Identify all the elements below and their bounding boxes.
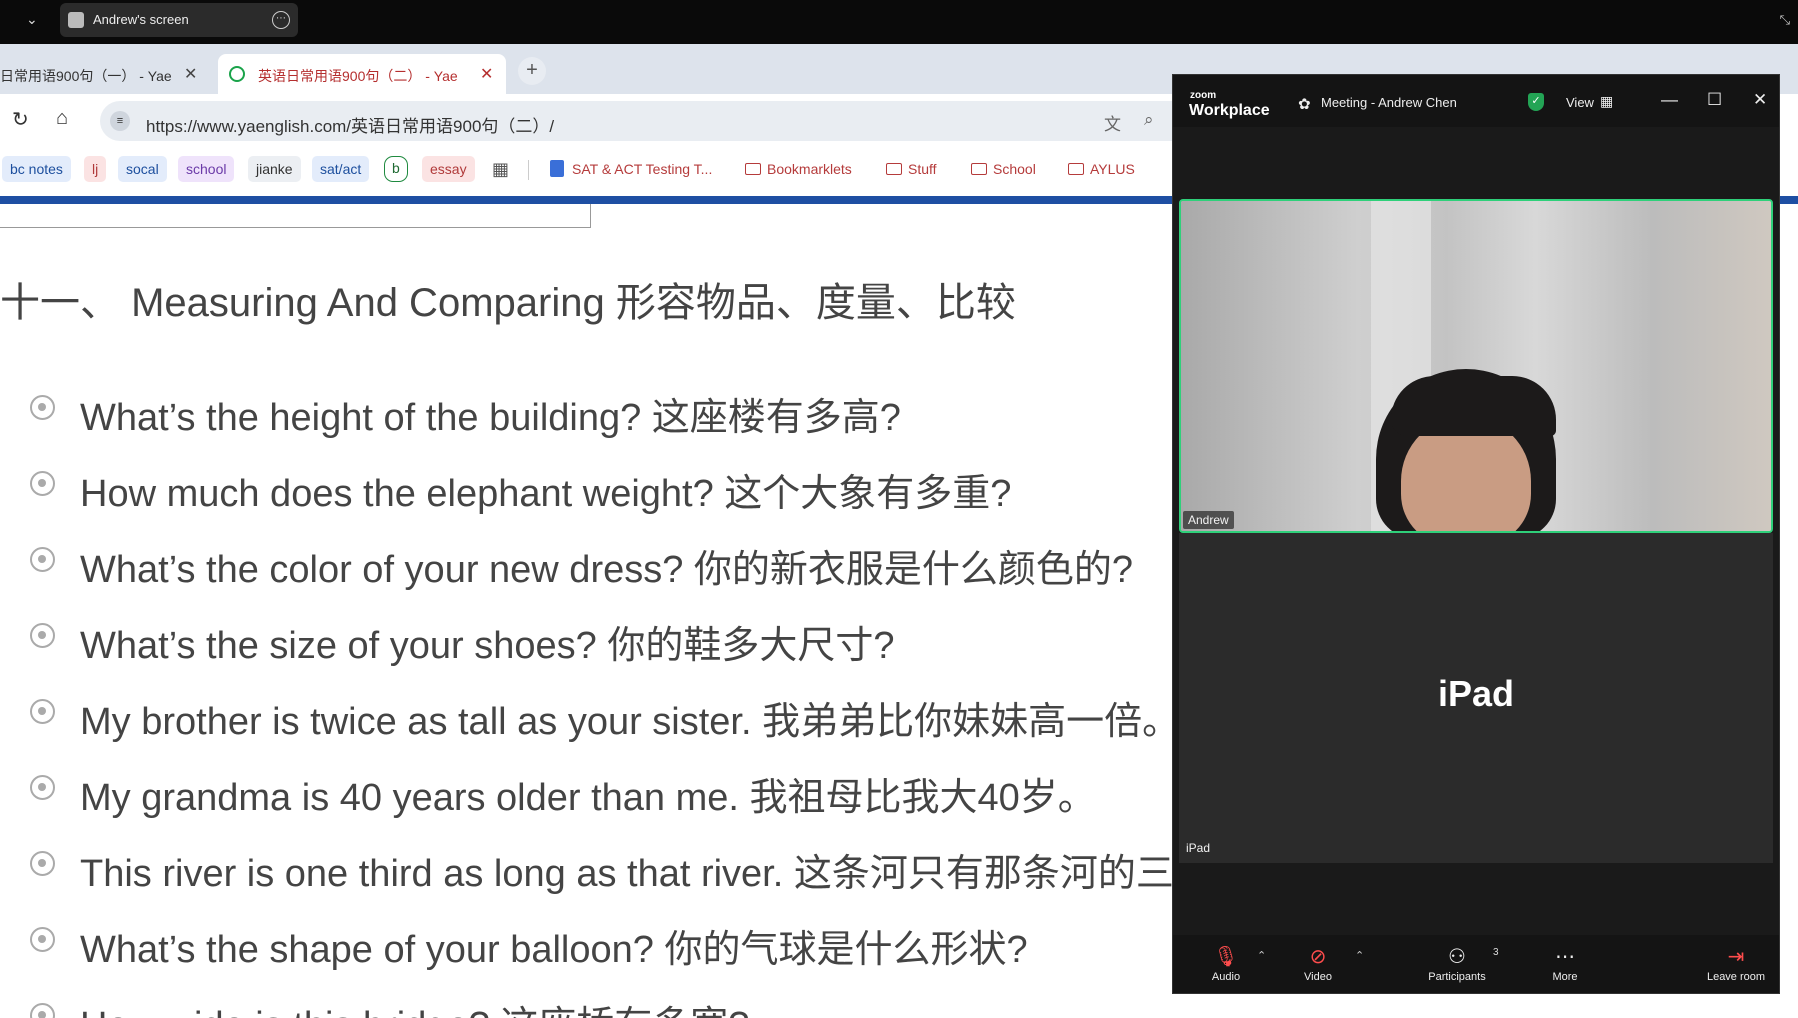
camera-off-icon: ⊘ — [1309, 946, 1327, 968]
site-favicon-icon — [229, 66, 245, 82]
bookmark-sat-act-testing[interactable]: SAT & ACT Testing T... — [550, 156, 712, 182]
folder-icon — [1068, 163, 1084, 175]
site-settings-icon[interactable]: ≡ — [110, 111, 130, 131]
meeting-title: Meeting - Andrew Chen — [1321, 95, 1457, 110]
new-tab-button[interactable]: + — [518, 57, 546, 85]
folder-icon — [886, 163, 902, 175]
bookmark-folder-school[interactable]: School — [971, 156, 1036, 182]
video-tile-ipad[interactable]: iPad iPad — [1179, 533, 1773, 863]
audio-options-chevron-icon[interactable]: ⌃ — [1257, 949, 1266, 962]
participant-name-label: Andrew — [1183, 511, 1234, 529]
doc-icon — [550, 160, 564, 177]
screen: ⌄ Andrew's screen ⋯ ⤡ 日常用语900句（一） - Yae … — [0, 0, 1798, 1018]
shared-app-icon — [68, 12, 84, 28]
meeting-controls: 🎙 Audio ⌃ ⊘ Video ⌃ ⚇ Participants 3 ⋯ M… — [1173, 935, 1779, 993]
zoom-logo-workplace: Workplace — [1189, 102, 1270, 119]
zoom-icon[interactable]: ⌕ — [1144, 110, 1154, 130]
view-button[interactable]: View — [1566, 95, 1594, 110]
participants-count: 3 — [1493, 947, 1499, 958]
bullet-icon — [30, 471, 55, 496]
apps-grid-icon[interactable]: ▦ — [492, 156, 509, 182]
chevron-down-icon[interactable]: ⌄ — [26, 11, 38, 28]
minimize-icon[interactable]: — — [1661, 90, 1678, 110]
bookmark-lj[interactable]: lj — [84, 156, 107, 182]
list-item: How wide is this bridge? 这座桥有多宽? — [0, 992, 1798, 1018]
more-options-icon[interactable]: ⋯ — [272, 11, 290, 29]
bullet-icon — [30, 927, 55, 952]
shared-screen-label: Andrew's screen — [93, 12, 189, 27]
bullet-icon — [30, 699, 55, 724]
bookmarks-separator — [528, 160, 529, 180]
participants-button[interactable]: ⚇ Participants — [1422, 943, 1492, 983]
home-icon[interactable]: ⌂ — [56, 107, 68, 130]
zoom-title-bar: zoom Workplace ✿ Meeting - Andrew Chen ✓… — [1173, 75, 1779, 127]
video-tile-andrew[interactable]: Andrew — [1179, 199, 1773, 533]
participant-display-name: iPad — [1437, 673, 1515, 714]
tab-title: 英语日常用语900句（二） - Yae — [258, 68, 458, 84]
audio-button[interactable]: 🎙 Audio — [1191, 943, 1261, 983]
translate-icon[interactable]: 文 — [1104, 110, 1121, 135]
bullet-icon — [30, 395, 55, 420]
section-heading: 十一、 Measuring And Comparing 形容物品、度量、比较 — [0, 281, 1016, 325]
paw-icon: ✿ — [1298, 96, 1311, 113]
mic-muted-icon: 🎙 — [1213, 946, 1239, 968]
expand-icon[interactable]: ⤡ — [1780, 12, 1790, 28]
maximize-icon[interactable]: ☐ — [1707, 90, 1722, 110]
content-box-edge — [0, 204, 591, 228]
bookmark-folder-aylus[interactable]: AYLUS — [1068, 156, 1135, 182]
participants-icon: ⚇ — [1448, 946, 1466, 968]
bookmark-folder-stuff[interactable]: Stuff — [886, 156, 937, 182]
close-icon[interactable]: ✕ — [184, 64, 197, 84]
tab-900-sentences-2[interactable]: 英语日常用语900句（二） - Yae ✕ — [218, 54, 506, 94]
more-button[interactable]: ⋯ More — [1530, 943, 1600, 983]
bookmark-sat-act[interactable]: sat/act — [312, 156, 370, 182]
security-shield-icon[interactable]: ✓ — [1528, 93, 1544, 111]
bookmark-essay[interactable]: essay — [422, 156, 475, 182]
bookmark-school[interactable]: school — [178, 156, 235, 182]
bookmark-bc-notes[interactable]: bc notes — [2, 156, 71, 182]
video-button[interactable]: ⊘ Video — [1283, 943, 1353, 983]
folder-icon — [971, 163, 987, 175]
leave-room-button[interactable]: ⇥ Leave room — [1698, 943, 1774, 983]
bullet-icon — [30, 775, 55, 800]
bookmark-b[interactable]: b — [384, 156, 408, 182]
bullet-icon — [30, 547, 55, 572]
zoom-meeting-window: zoom Workplace ✿ Meeting - Andrew Chen ✓… — [1172, 74, 1780, 994]
close-icon[interactable]: ✕ — [1753, 90, 1767, 110]
bookmark-folder-bookmarklets[interactable]: Bookmarklets — [745, 156, 852, 182]
screen-share-bar: ⌄ Andrew's screen ⋯ ⤡ — [0, 0, 1798, 44]
bookmark-jianke[interactable]: jianke — [248, 156, 301, 182]
shared-screen-pill[interactable]: Andrew's screen ⋯ — [60, 3, 298, 37]
bullet-icon — [30, 851, 55, 876]
folder-icon — [745, 163, 761, 175]
participant-name-label: iPad — [1186, 841, 1211, 855]
leave-icon: ⇥ — [1727, 946, 1745, 968]
bookmark-socal[interactable]: socal — [118, 156, 167, 182]
grid-view-icon[interactable]: ▦ — [1600, 93, 1613, 110]
close-icon[interactable]: ✕ — [480, 64, 493, 84]
zoom-logo-small: zoom — [1190, 90, 1217, 101]
bullet-icon — [30, 1003, 55, 1018]
bullet-icon — [30, 623, 55, 648]
url-text: https://www.yaenglish.com/英语日常用语900句（二）/ — [146, 117, 555, 136]
tab-title: 日常用语900句（一） - Yae — [0, 68, 172, 84]
tab-900-sentences-1[interactable]: 日常用语900句（一） - Yae ✕ — [0, 54, 212, 94]
video-options-chevron-icon[interactable]: ⌃ — [1355, 949, 1364, 962]
more-icon: ⋯ — [1555, 946, 1575, 968]
reload-icon[interactable]: ↻ — [12, 107, 29, 132]
participant-bangs — [1391, 376, 1556, 436]
